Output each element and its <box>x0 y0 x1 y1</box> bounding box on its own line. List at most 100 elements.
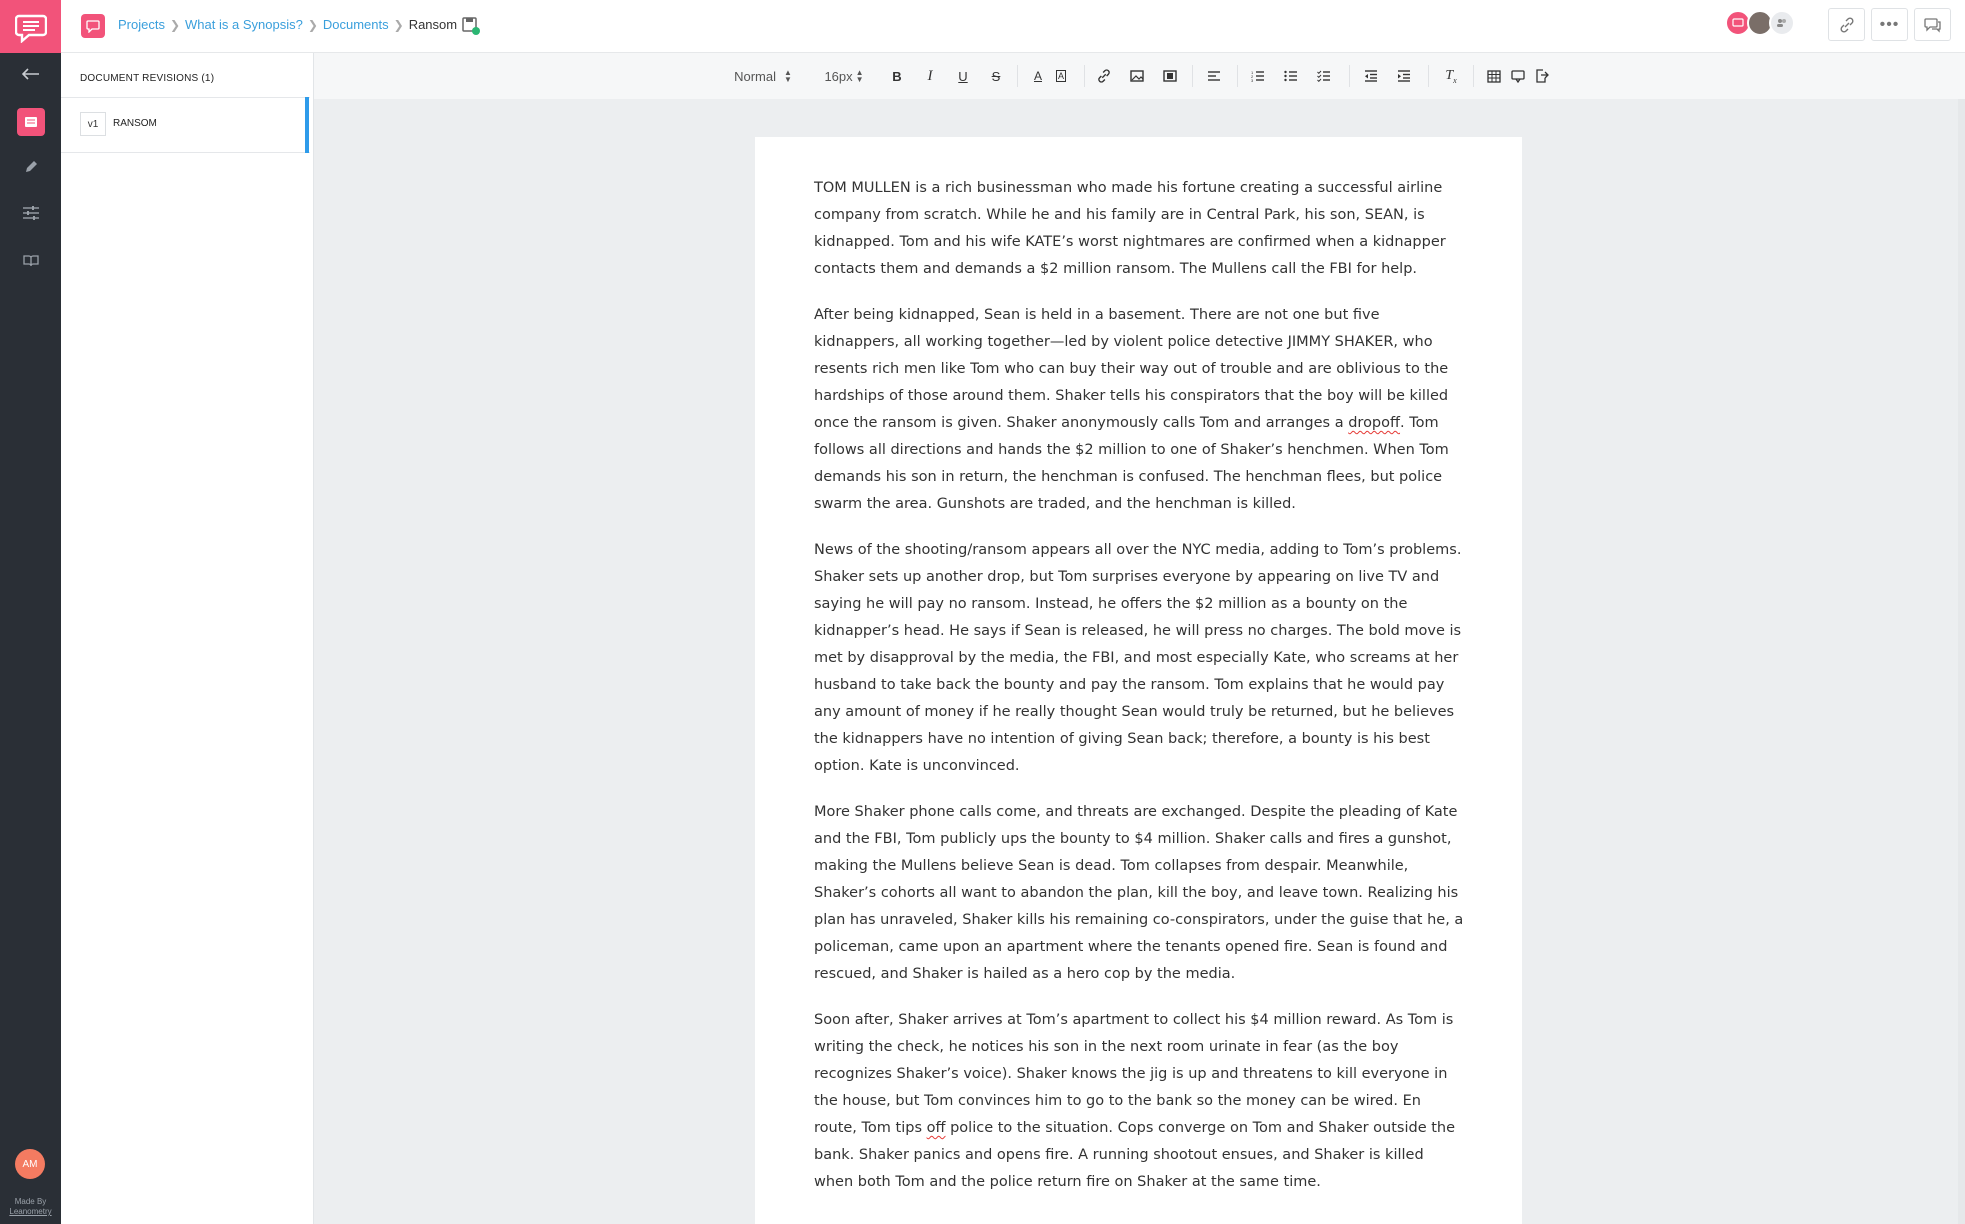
font-size-value: 16px <box>824 68 853 84</box>
floppy-disk-icon <box>462 17 480 35</box>
checklist-button[interactable] <box>1314 66 1334 86</box>
export-icon <box>1536 69 1549 83</box>
link-icon <box>1839 16 1854 33</box>
highlight-button[interactable]: A <box>1051 66 1071 86</box>
breadcrumb-projects[interactable]: Projects <box>118 17 165 32</box>
insert-video-button[interactable] <box>1160 66 1180 86</box>
underline-button[interactable]: U <box>953 66 973 86</box>
project-icon[interactable] <box>81 14 105 38</box>
breadcrumb-synopsis[interactable]: What is a Synopsis? <box>185 17 303 32</box>
toolbar-divider <box>1017 65 1018 87</box>
user-avatar[interactable]: AM <box>15 1149 45 1179</box>
paragraph-text: Soon after, Shaker arrives at Tom’s apar… <box>814 1012 1454 1136</box>
top-bar: Projects ❯ What is a Synopsis? ❯ Documen… <box>61 0 1965 53</box>
document-icon <box>24 117 37 127</box>
align-button[interactable] <box>1204 66 1224 86</box>
format-select-value: Normal <box>734 68 776 84</box>
revisions-panel: DOCUMENT REVISIONS (1) v1 RANSOM <box>61 53 314 1224</box>
nav-documents[interactable] <box>0 102 61 142</box>
indent-icon <box>1398 70 1410 82</box>
revision-item[interactable]: v1 RANSOM <box>61 97 310 153</box>
nav-settings[interactable] <box>0 193 61 233</box>
bold-button[interactable]: B <box>887 66 907 86</box>
clear-format-icon: Tx <box>1445 67 1457 85</box>
clear-format-button[interactable]: Tx <box>1441 66 1461 86</box>
arrow-left-icon <box>21 68 39 80</box>
export-button[interactable] <box>1532 66 1552 86</box>
link-icon <box>1098 69 1110 83</box>
document-page[interactable]: TOM MULLEN is a rich businessman who mad… <box>755 137 1522 1224</box>
chat-bubble-logo-icon <box>14 14 47 43</box>
left-rail: AM Made By Leanometry <box>0 0 61 1224</box>
toolbar-divider <box>1237 65 1238 87</box>
insert-table-button[interactable] <box>1484 66 1504 86</box>
revision-active-indicator <box>305 97 309 153</box>
paragraph: More Shaker phone calls come, and threat… <box>814 804 1464 982</box>
nav-write[interactable] <box>0 147 61 187</box>
font-size-select[interactable]: 16px ▲ ▼ <box>814 66 874 86</box>
spellcheck-flagged-word[interactable]: dropoff <box>1348 415 1400 431</box>
revision-version-badge: v1 <box>80 112 106 136</box>
text-color-button[interactable]: A <box>1028 66 1048 86</box>
italic-icon: I <box>927 67 933 84</box>
updown-caret-icon: ▲ ▼ <box>855 68 864 84</box>
breadcrumb: Projects ❯ What is a Synopsis? ❯ Documen… <box>118 17 457 32</box>
comments-button[interactable] <box>1914 8 1951 41</box>
toolbar-divider <box>1084 65 1085 87</box>
svg-text:3: 3 <box>1251 78 1254 82</box>
checklist-icon <box>1317 70 1330 82</box>
book-icon <box>22 255 39 267</box>
indent-button[interactable] <box>1394 66 1414 86</box>
nav-library[interactable] <box>0 241 61 281</box>
scrollbar-track[interactable] <box>1958 99 1965 1224</box>
toolbar-divider <box>1349 65 1350 87</box>
revisions-title: DOCUMENT REVISIONS (1) <box>80 73 215 84</box>
outdent-icon <box>1365 70 1377 82</box>
insert-image-button[interactable] <box>1127 66 1147 86</box>
collaborator-avatars[interactable] <box>1725 10 1805 38</box>
updown-caret-icon: ▲ ▼ <box>783 68 792 84</box>
paragraph-text: After being kidnapped, Sean is held in a… <box>814 307 1449 431</box>
ordered-list-button[interactable]: 123 <box>1248 66 1268 86</box>
highlight-icon: A <box>1055 70 1066 82</box>
format-select[interactable]: Normal ▲ ▼ <box>722 66 804 86</box>
made-by-line: Made By <box>14 1197 47 1206</box>
editor-toolbar: Normal ▲ ▼ 16px ▲ ▼ B I U S A A 123 Tx <box>314 53 1965 99</box>
made-by-label: Made By Leanometry <box>0 1197 61 1217</box>
chevron-right-icon: ❯ <box>393 17 404 32</box>
sliders-icon <box>22 206 39 220</box>
app-logo[interactable] <box>0 0 61 53</box>
italic-button[interactable]: I <box>920 66 940 86</box>
ordered-list-icon: 123 <box>1251 70 1264 82</box>
chevron-right-icon: ❯ <box>169 17 181 32</box>
bold-icon: B <box>892 68 902 84</box>
comment-icon <box>1511 69 1525 83</box>
align-left-icon <box>1208 71 1220 81</box>
spellcheck-flagged-word[interactable]: off <box>927 1120 946 1136</box>
users-icon <box>1769 10 1795 36</box>
toolbar-divider <box>1192 65 1193 87</box>
strikethrough-button[interactable]: S <box>986 66 1006 86</box>
bullet-list-icon <box>1284 70 1297 82</box>
made-by-company: Leanometry <box>9 1207 52 1216</box>
table-icon <box>1487 69 1501 83</box>
insert-link-button[interactable] <box>1094 66 1114 86</box>
document-body[interactable]: TOM MULLEN is a rich businessman who mad… <box>814 175 1466 1215</box>
breadcrumb-documents[interactable]: Documents <box>323 17 389 32</box>
bullet-list-button[interactable] <box>1281 66 1301 86</box>
revision-name: RANSOM <box>113 118 157 129</box>
chevron-right-icon: ❯ <box>307 17 318 32</box>
share-link-button[interactable] <box>1828 8 1865 41</box>
insert-comment-button[interactable] <box>1508 66 1528 86</box>
outdent-button[interactable] <box>1361 66 1381 86</box>
breadcrumb-current: Ransom <box>408 17 458 32</box>
underline-icon: U <box>958 68 968 84</box>
pencil-icon <box>25 161 37 172</box>
toolbar-divider <box>1428 65 1429 87</box>
more-options-button[interactable]: ••• <box>1871 8 1908 41</box>
video-icon <box>1163 70 1177 82</box>
image-icon <box>1130 70 1144 82</box>
back-button[interactable] <box>0 54 61 94</box>
save-status-button[interactable] <box>460 15 482 37</box>
ellipsis-icon: ••• <box>1879 15 1900 33</box>
